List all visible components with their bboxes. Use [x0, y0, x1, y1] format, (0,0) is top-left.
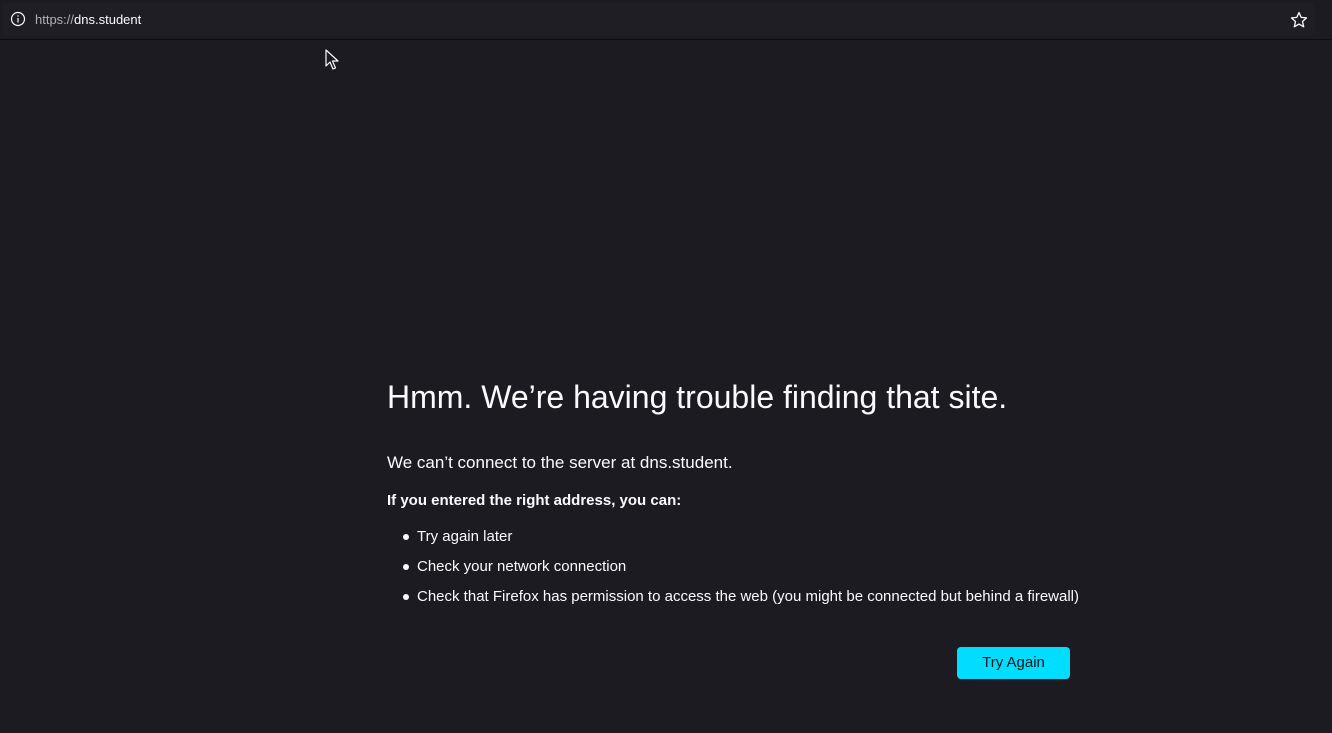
bullet-icon — [403, 534, 409, 540]
advice-item-text: Try again later — [417, 528, 513, 545]
advice-item-text: Check that Firefox has permission to acc… — [417, 588, 1080, 605]
navigation-toolbar: https://dns.student — [0, 0, 1332, 40]
list-item: Check your network connection — [403, 557, 1107, 577]
url-scheme: https:// — [35, 12, 75, 27]
bullet-icon — [403, 564, 409, 570]
star-icon[interactable] — [1290, 11, 1308, 29]
address-bar[interactable]: https://dns.student — [2, 3, 1314, 35]
error-content: Hmm. We’re having trouble finding that s… — [387, 375, 1107, 617]
try-again-button[interactable]: Try Again — [957, 647, 1070, 679]
error-title: Hmm. We’re having trouble finding that s… — [387, 379, 1008, 415]
url-text[interactable]: https://dns.student — [35, 12, 141, 28]
advice-item-text: Check your network connection — [417, 558, 627, 575]
bullet-icon — [403, 594, 409, 600]
advice-list: Try again later Check your network conne… — [387, 527, 1107, 607]
list-item: Check that Firefox has permission to acc… — [403, 587, 1107, 607]
list-item: Try again later — [403, 527, 1107, 547]
url-host: dns.student — [74, 12, 142, 27]
info-icon[interactable] — [10, 11, 26, 27]
error-short-description: We can’t connect to the server at dns.st… — [387, 453, 733, 472]
advice-heading: If you entered the right address, you ca… — [387, 492, 682, 509]
mouse-cursor-icon — [325, 49, 339, 71]
